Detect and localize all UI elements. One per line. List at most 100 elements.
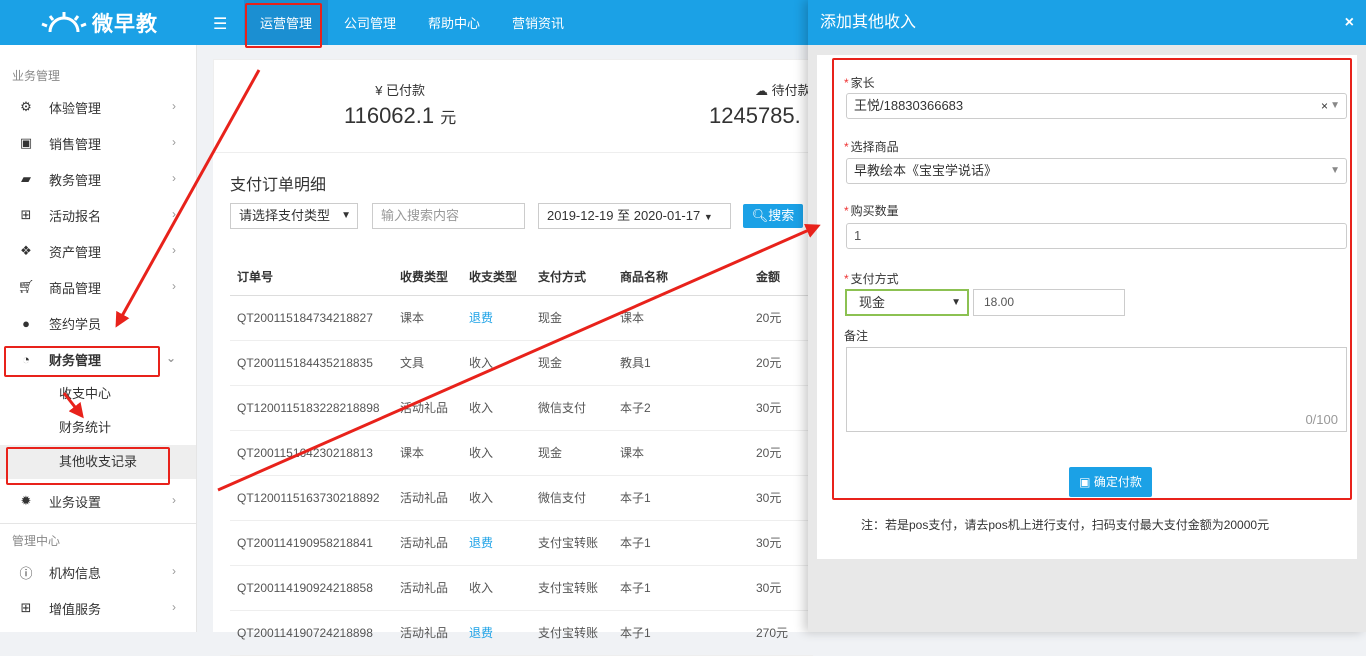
plus-square-icon: ⊞ <box>20 600 32 615</box>
orders-table: 订单号 收费类型 收支类型 支付方式 商品名称 金额 QT20011518473… <box>230 259 813 656</box>
highlight-modal-form <box>832 58 1352 500</box>
stat-pending-label: 待付款 <box>771 83 811 98</box>
sidebar-item-activity[interactable]: ⊞ 活动报名 › <box>0 197 196 233</box>
sidebar-item-sales[interactable]: ▣ 销售管理 › <box>0 125 196 161</box>
table-row[interactable]: QT200115184435218835 文具 收入 现金 教具1 20元 <box>230 340 813 386</box>
cell-fee-type: 课本 <box>393 430 462 476</box>
cell-pay-method: 微信支付 <box>531 385 613 431</box>
nav-item-marketing[interactable]: 营销资讯 <box>496 0 580 45</box>
sidebar-item-org-info[interactable]: ⓘ 机构信息 › <box>0 554 196 590</box>
cell-amount: 30元 <box>749 520 813 566</box>
cell-fee-type: 活动礼品 <box>393 475 462 521</box>
table-row[interactable]: QT1200115183228218898 活动礼品 收入 微信支付 本子2 3… <box>230 385 813 431</box>
date-range-value: 2019-12-19 至 2020-01-17 <box>547 208 701 223</box>
sidebar-item-academic[interactable]: ▰ 教务管理 › <box>0 161 196 197</box>
money-icon: ▣ <box>19 135 33 150</box>
chevron-right-icon: › <box>172 135 176 149</box>
table-row[interactable]: QT200114190958218841 活动礼品 退费 支付宝转账 本子1 3… <box>230 520 813 566</box>
col-amount: 金额 <box>749 259 813 296</box>
sun-logo-icon <box>40 10 88 36</box>
sidebar-item-assets[interactable]: ❖ 资产管理 › <box>0 233 196 269</box>
logo-text: 微早教 <box>92 13 158 36</box>
sidebar-item-students[interactable]: ● 签约学员 <box>0 305 196 341</box>
sidebar-item-goods[interactable]: 🛒︎ 商品管理 › <box>0 269 196 305</box>
cell-pay-method: 微信支付 <box>531 475 613 521</box>
cell-order-no: QT200115184435218835 <box>230 340 393 386</box>
cell-io-type[interactable]: 退费 <box>462 295 531 341</box>
chevron-right-icon: › <box>172 600 176 614</box>
stat-paid-label: ¥ 已付款 <box>375 83 426 98</box>
book-icon: ▰ <box>21 171 31 186</box>
cell-order-no: QT200115164230218813 <box>230 430 393 476</box>
search-input[interactable]: 输入搜索内容 <box>372 203 525 229</box>
sidebar-item-label: 商品管理 <box>49 280 102 296</box>
stats-card: ¥ 已付款 116062.1 元 ☁ 待付款 1245785. <box>213 59 813 153</box>
payment-note: 注：若是pos支付，请去pos机上进行支付，扫码支付最大支付金额为20000元 <box>861 518 1270 532</box>
chevron-right-icon: › <box>172 99 176 113</box>
close-icon[interactable]: × <box>1345 0 1354 45</box>
nav-item-company[interactable]: 公司管理 <box>328 0 412 45</box>
cell-order-no: QT200114190724218898 <box>230 610 393 656</box>
cell-io-type: 收入 <box>462 475 531 521</box>
cell-fee-type: 活动礼品 <box>393 385 462 431</box>
table-row[interactable]: QT200115184734218827 课本 退费 现金 课本 20元 <box>230 295 813 341</box>
sidebar-item-settings[interactable]: ✹ 业务设置 › <box>0 483 196 519</box>
chevron-right-icon: › <box>172 207 176 221</box>
cell-product: 本子1 <box>613 610 749 656</box>
cell-fee-type: 课本 <box>393 295 462 341</box>
cell-pay-method: 支付宝转账 <box>531 520 613 566</box>
table-row[interactable]: QT200115164230218813 课本 收入 现金 课本 20元 <box>230 430 813 476</box>
cell-io-type[interactable]: 退费 <box>462 520 531 566</box>
pay-type-select-value: 请选择支付类型 <box>239 208 331 223</box>
sidebar-item-label: 销售管理 <box>49 136 102 152</box>
logo[interactable]: 微早教 <box>40 8 158 38</box>
panel-title: 支付订单明细 <box>230 177 327 194</box>
chevron-right-icon: › <box>172 493 176 507</box>
pay-type-select[interactable]: 请选择支付类型 ▼ <box>230 203 358 229</box>
highlight-other-records <box>6 447 170 485</box>
sidebar-item-label: 活动报名 <box>49 208 102 224</box>
sidebar-item-value-added[interactable]: ⊞ 增值服务 › <box>0 590 196 626</box>
sidebar-subitem-finance-stats[interactable]: 财务统计 <box>0 411 196 445</box>
sidebar-item-label: 增值服务 <box>49 601 102 617</box>
cell-io-type: 收入 <box>462 430 531 476</box>
cell-order-no: QT1200115163730218892 <box>230 475 393 521</box>
cell-io-type[interactable]: 退费 <box>462 610 531 656</box>
menu-toggle-icon[interactable]: ☰ <box>213 14 227 34</box>
cart-icon: 🛒︎ <box>17 279 35 294</box>
nav-item-help[interactable]: 帮助中心 <box>412 0 496 45</box>
sidebar-item-label: 体验管理 <box>49 100 102 116</box>
cell-product: 本子1 <box>613 520 749 566</box>
stat-paid-unit: 元 <box>440 110 457 127</box>
search-icon: 🔍︎ <box>751 208 769 223</box>
sidebar: 业务管理 ⚙ 体验管理 › ▣ 销售管理 › ▰ 教务管理 › ⊞ 活动报名 ›… <box>0 45 197 632</box>
table-header-row: 订单号 收费类型 收支类型 支付方式 商品名称 金额 <box>230 259 813 296</box>
cell-pay-method: 现金 <box>531 430 613 476</box>
sidebar-item-label: 签约学员 <box>49 316 102 332</box>
col-order-no: 订单号 <box>230 259 393 296</box>
modal-header: 添加其他收入 × <box>808 0 1366 45</box>
cell-amount: 20元 <box>749 295 813 341</box>
col-pay-method: 支付方式 <box>531 259 613 296</box>
chevron-right-icon: › <box>172 243 176 257</box>
cubes-icon: ❖ <box>20 243 32 258</box>
highlight-nav-operations <box>245 3 322 48</box>
cell-product: 课本 <box>613 430 749 476</box>
sidebar-item-label: 资产管理 <box>49 244 102 260</box>
table-row[interactable]: QT200114190724218898 活动礼品 退费 支付宝转账 本子1 2… <box>230 610 813 656</box>
sidebar-item-trial[interactable]: ⚙ 体验管理 › <box>0 89 196 125</box>
date-range-picker[interactable]: 2019-12-19 至 2020-01-17 ▼ <box>538 203 731 229</box>
sidebar-subitem-income-center[interactable]: 收支中心 <box>0 377 196 411</box>
chevron-down-icon: ⌄ <box>165 351 176 365</box>
cell-pay-method: 支付宝转账 <box>531 565 613 611</box>
table-icon: ⊞ <box>20 207 32 222</box>
cell-amount: 20元 <box>749 340 813 386</box>
cell-amount: 30元 <box>749 565 813 611</box>
cell-pay-method: 现金 <box>531 295 613 341</box>
table-row[interactable]: QT1200115163730218892 活动礼品 收入 微信支付 本子1 3… <box>230 475 813 521</box>
cell-order-no: QT200114190958218841 <box>230 520 393 566</box>
section-title-management: 管理中心 <box>12 534 61 548</box>
search-button[interactable]: 🔍︎搜索 <box>743 204 803 228</box>
user-icon: ● <box>22 315 30 331</box>
table-row[interactable]: QT200114190924218858 活动礼品 收入 支付宝转账 本子1 3… <box>230 565 813 611</box>
